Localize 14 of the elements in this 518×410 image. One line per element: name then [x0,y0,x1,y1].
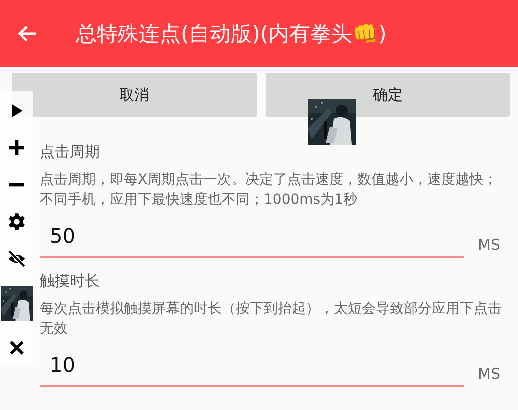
field-label: 点击周期 [40,143,101,162]
confirm-button[interactable]: 确定 [266,73,510,117]
unit-label: MS [478,365,502,385]
field-description: 点击周期，即每X周期点击一次。决定了点击速度，数值越小，速度越快；不同手机，应用下最快速度也不同；1000ms为1秒 [40,171,499,210]
field-label: 触摸时长 [40,272,101,291]
field-description: 每次点击模拟触摸屏幕的时长（按下到抬起），太短会导致部分应用下点击无效 [40,300,503,339]
input-field[interactable]: 10 [40,345,464,387]
cancel-button[interactable]: 取消 [12,73,256,117]
input-field[interactable]: 50 [40,216,464,258]
unit-label: MS [478,236,502,256]
eye-slash-icon[interactable] [6,249,26,269]
plus-icon[interactable] [6,138,26,158]
settings-icon[interactable] [6,212,26,232]
screen-title: 总特殊连点(自动版)(内有拳头👊) [76,20,387,48]
